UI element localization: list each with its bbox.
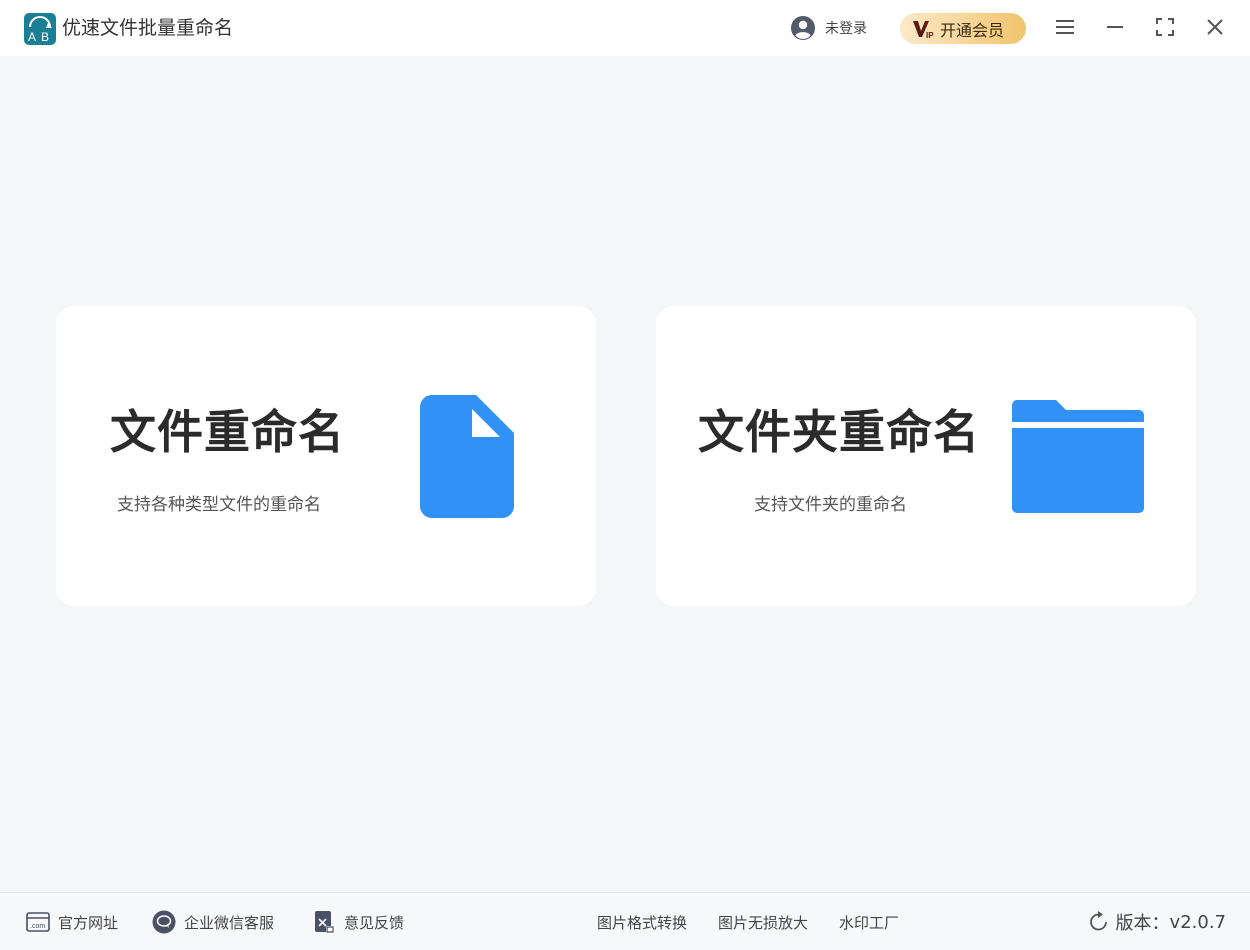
hamburger-menu-icon — [1056, 20, 1074, 34]
title-bar: A B 优速文件批量重命名 未登录 IP 开通会员 — [0, 0, 1250, 56]
vip-badge-icon: IP — [913, 20, 934, 40]
login-status-label: 未登录 — [825, 21, 867, 37]
wechat-work-icon — [152, 910, 176, 934]
image-format-convert-link[interactable]: 图片格式转换 — [597, 912, 687, 933]
footer-bar: .com 官方网址 企业微信客服 意见反馈 图片格式转换 图片无损放大 水印工厂… — [0, 892, 1250, 950]
svg-text:A: A — [28, 30, 36, 44]
user-circle-icon — [791, 16, 815, 40]
login-button[interactable]: 未登录 — [790, 15, 867, 41]
svg-text:B: B — [41, 30, 49, 44]
app-title: 优速文件批量重命名 — [62, 17, 234, 39]
file-rename-subtitle: 支持各种类型文件的重命名 — [117, 495, 321, 515]
refresh-update-icon — [1089, 911, 1107, 931]
wechat-support-label: 企业微信客服 — [184, 913, 275, 932]
folder-rename-subtitle: 支持文件夹的重命名 — [754, 495, 907, 515]
file-icon — [420, 395, 514, 518]
menu-button[interactable] — [1052, 14, 1078, 40]
folder-icon — [1012, 400, 1144, 513]
watermark-factory-link[interactable]: 水印工厂 — [839, 912, 899, 933]
feedback-document-icon — [315, 911, 334, 933]
version-value: v2.0.7 — [1169, 911, 1226, 933]
folder-rename-title: 文件夹重命名 — [698, 405, 980, 459]
maximize-button[interactable] — [1152, 14, 1178, 40]
official-website-label: 官方网址 — [58, 913, 119, 932]
file-rename-card[interactable]: 文件重命名 支持各种类型文件的重命名 — [56, 306, 596, 606]
official-website-link[interactable]: .com 官方网址 — [26, 910, 118, 934]
image-lossless-upscale-link[interactable]: 图片无损放大 — [718, 912, 808, 933]
svg-text:IP: IP — [926, 31, 934, 40]
version-info[interactable]: 版本： v2.0.7 — [1088, 909, 1226, 935]
feedback-link[interactable]: 意见反馈 — [312, 910, 404, 934]
maximize-icon — [1156, 18, 1174, 36]
folder-rename-card[interactable]: 文件夹重命名 支持文件夹的重命名 — [656, 306, 1196, 606]
close-icon — [1207, 19, 1223, 35]
minimize-icon — [1107, 26, 1123, 28]
vip-membership-button[interactable]: IP 开通会员 — [900, 13, 1026, 44]
feedback-label: 意见反馈 — [344, 913, 405, 932]
website-com-icon: .com — [26, 912, 50, 932]
minimize-button[interactable] — [1102, 14, 1128, 40]
vip-membership-label: 开通会员 — [940, 20, 1005, 40]
app-logo-icon: A B — [24, 13, 56, 45]
wechat-support-link[interactable]: 企业微信客服 — [152, 910, 274, 934]
close-button[interactable] — [1202, 14, 1228, 40]
svg-text:.com: .com — [30, 923, 45, 930]
file-rename-title: 文件重命名 — [110, 405, 345, 459]
version-label: 版本： — [1115, 913, 1170, 934]
